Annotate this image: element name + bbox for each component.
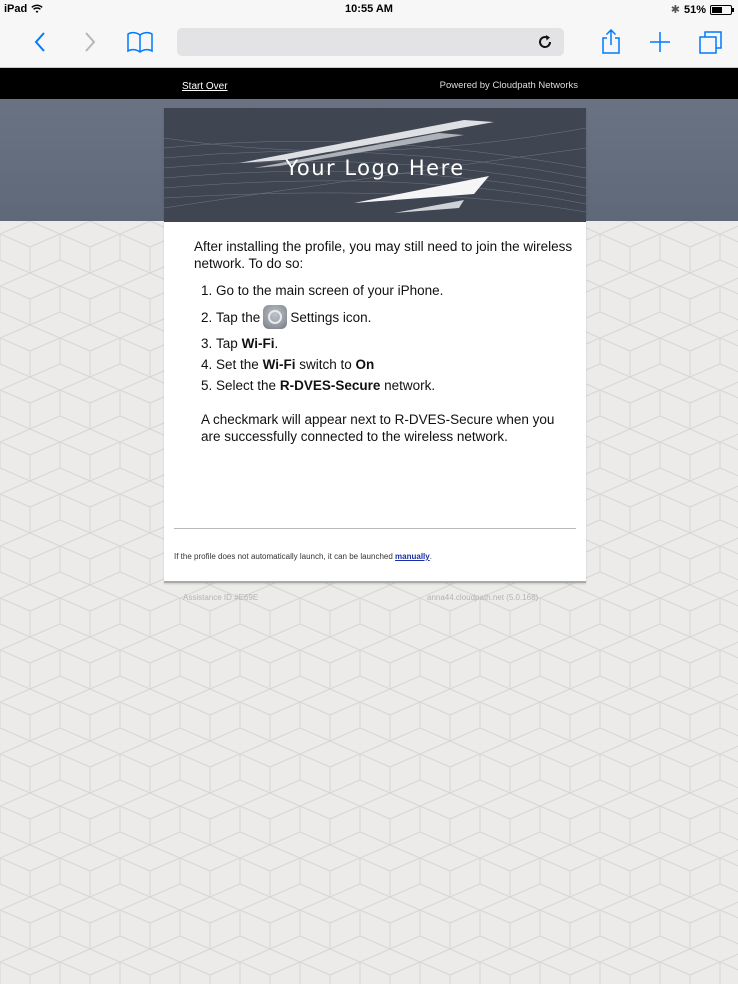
status-bar: iPad 10:55 AM ✱ 51% xyxy=(0,0,738,20)
forward-button[interactable] xyxy=(72,26,108,58)
step-1: 1. Go to the main screen of your iPhone. xyxy=(201,280,574,301)
battery-icon xyxy=(710,4,734,15)
portal-header: Start Over Powered by Cloudpath Networks xyxy=(0,68,738,99)
status-time: 10:55 AM xyxy=(345,3,393,15)
step-text: Settings icon. xyxy=(290,309,372,325)
reload-button[interactable] xyxy=(536,33,554,51)
step-bold: Wi-Fi xyxy=(241,336,275,351)
bookmarks-button[interactable] xyxy=(122,26,158,58)
step-4: 4. Set the Wi-Fi switch to On xyxy=(201,354,574,375)
checkmark-note: A checkmark will appear next to R-DVES-S… xyxy=(201,412,555,444)
step-bold: On xyxy=(355,357,375,372)
steps-list: 1. Go to the main screen of your iPhone.… xyxy=(194,280,574,396)
chevron-left-icon xyxy=(34,32,45,52)
step-text: Tap the xyxy=(216,309,261,325)
step-number: 2. xyxy=(201,309,213,325)
logo-banner: Your Logo Here xyxy=(164,108,586,222)
logo-text: Your Logo Here xyxy=(285,156,465,180)
status-right: ✱ 51% xyxy=(670,3,734,16)
step-bold: R-DVES-Secure xyxy=(279,378,381,393)
instructions-content: After installing the profile, you may st… xyxy=(194,238,574,445)
reload-icon xyxy=(539,35,552,48)
chevron-right-icon xyxy=(85,32,96,52)
share-icon xyxy=(602,29,620,54)
step-text: . xyxy=(274,336,279,351)
share-button[interactable] xyxy=(593,26,629,58)
step-text: Select the xyxy=(216,378,277,393)
browser-toolbar xyxy=(0,20,738,68)
new-tab-button[interactable] xyxy=(642,26,678,58)
step-text: Set the xyxy=(216,357,259,372)
manual-launch-link[interactable]: manually xyxy=(395,552,430,561)
step-text: Tap xyxy=(216,336,238,351)
step-bold: Wi-Fi xyxy=(262,357,296,372)
card-bottom-border xyxy=(164,581,586,583)
step-text: switch to xyxy=(299,357,352,372)
plus-icon xyxy=(650,32,670,52)
step-3: 3. Tap Wi-Fi. xyxy=(201,333,574,354)
footnote-end: . xyxy=(429,552,432,561)
step-text: network. xyxy=(384,378,436,393)
address-bar[interactable] xyxy=(177,28,564,56)
step-2: 2. Tap the Settings icon. xyxy=(201,301,574,333)
book-icon xyxy=(127,31,153,53)
step-number: 5. xyxy=(201,378,213,393)
step-5: 5. Select the R-DVES-Secure network. xyxy=(201,375,574,396)
step-number: 1. xyxy=(201,283,213,298)
settings-gear-icon xyxy=(263,305,288,329)
server-info: anna44.cloudpath.net (5.0.168) xyxy=(427,593,539,602)
bluetooth-icon: ✱ xyxy=(670,4,680,16)
step-number: 4. xyxy=(201,357,213,372)
battery-percent: 51% xyxy=(683,3,706,16)
intro-text: After installing the profile, you may st… xyxy=(194,239,573,271)
step-number: 3. xyxy=(201,336,213,351)
step-text: Go to the main screen of your iPhone. xyxy=(216,283,444,298)
tabs-button[interactable] xyxy=(693,26,729,58)
assistance-id: Assistance ID #E69E xyxy=(183,593,259,602)
powered-by-text: Powered by Cloudpath Networks xyxy=(439,80,578,91)
instructions-card: Your Logo Here After installing the prof… xyxy=(164,108,586,583)
footnote: If the profile does not automatically la… xyxy=(174,552,432,561)
divider xyxy=(174,528,576,529)
footnote-text: If the profile does not automatically la… xyxy=(174,552,393,561)
back-button[interactable] xyxy=(22,26,58,58)
tabs-icon xyxy=(699,31,722,54)
start-over-link[interactable]: Start Over xyxy=(182,81,228,92)
